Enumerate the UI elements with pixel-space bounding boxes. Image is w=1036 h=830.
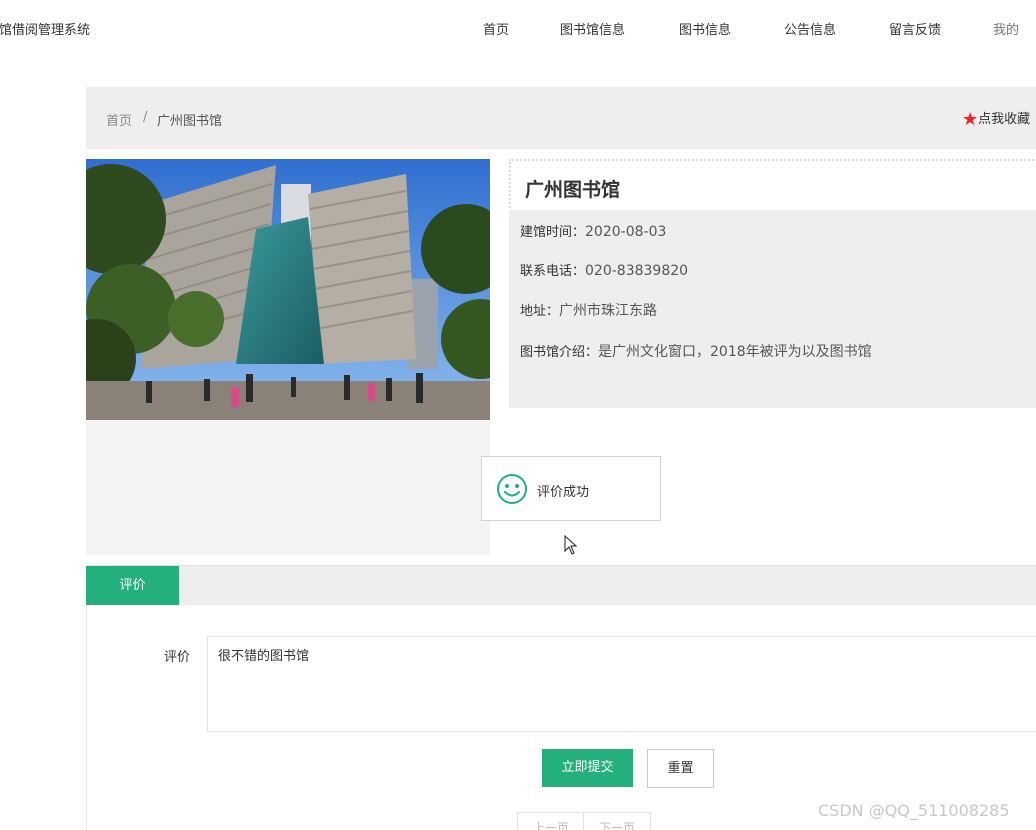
nav-announcements[interactable]: 公告信息 [784, 19, 836, 38]
breadcrumb-separator: / [143, 110, 148, 125]
favorite-button[interactable]: ★点我收藏 [962, 108, 1030, 130]
nav-home[interactable]: 首页 [483, 19, 509, 38]
info-value: 2020-08-03 [585, 224, 667, 240]
star-icon: ★ [962, 109, 979, 130]
review-form: 评价 很不错的图书馆 立即提交 重置 上一页 下一页 [86, 605, 1036, 830]
top-navbar: 书馆借阅管理系统 首页 图书馆信息 图书信息 公告信息 留言反馈 我的 [0, 0, 1036, 56]
toast-message: 评价成功 [537, 485, 590, 500]
info-row-intro: 图书馆介绍：是广州文化窗口，2018年被评为以及图书馆 [520, 341, 872, 361]
nav-library-info[interactable]: 图书馆信息 [560, 19, 625, 38]
nav-feedback[interactable]: 留言反馈 [889, 19, 941, 38]
library-name: 广州图书馆 [525, 179, 621, 201]
info-value: 广州市珠江东路 [559, 303, 658, 319]
reset-button[interactable]: 重置 [647, 749, 714, 788]
breadcrumb-home[interactable]: 首页 [106, 110, 132, 129]
info-row-address: 地址：广州市珠江东路 [520, 300, 657, 320]
info-label: 联系电话： [520, 264, 586, 279]
prev-page-button[interactable]: 上一页 [517, 812, 585, 830]
library-photo [86, 159, 490, 420]
tab-bar: 评价 [86, 565, 1036, 606]
nav-book-info[interactable]: 图书信息 [679, 19, 731, 38]
watermark: CSDN @QQ_511008285 [818, 801, 1010, 820]
nav-my[interactable]: 我的 [993, 19, 1019, 38]
success-toast: 评价成功 [481, 456, 661, 521]
breadcrumb: 首页 / 广州图书馆 ★点我收藏 [86, 87, 1036, 149]
info-row-founded: 建馆时间：2020-08-03 [520, 221, 666, 240]
review-label: 评价 [164, 650, 191, 665]
tab-review[interactable]: 评价 [86, 566, 179, 606]
review-textarea[interactable]: 很不错的图书馆 [207, 636, 1036, 732]
image-panel [86, 159, 490, 555]
info-label: 地址： [520, 304, 560, 319]
info-value: 是广州文化窗口，2018年被评为以及图书馆 [598, 344, 872, 360]
next-page-button[interactable]: 下一页 [583, 812, 651, 830]
page: 书馆借阅管理系统 首页 图书馆信息 图书信息 公告信息 留言反馈 我的 首页 /… [0, 0, 1036, 830]
smile-icon [497, 474, 527, 504]
info-label: 图书馆介绍： [520, 345, 599, 360]
info-label: 建馆时间： [520, 225, 586, 240]
site-title: 书馆借阅管理系统 [0, 23, 91, 38]
favorite-label: 点我收藏 [978, 112, 1031, 127]
library-info: 建馆时间：2020-08-03 联系电话：020-83839820 地址：广州市… [509, 210, 1036, 408]
info-value: 020-83839820 [585, 263, 689, 279]
breadcrumb-current: 广州图书馆 [157, 114, 223, 129]
library-title-box: 广州图书馆 [509, 159, 1036, 212]
submit-button[interactable]: 立即提交 [542, 749, 633, 787]
info-row-phone: 联系电话：020-83839820 [520, 260, 688, 279]
mouse-cursor-icon [564, 535, 578, 555]
